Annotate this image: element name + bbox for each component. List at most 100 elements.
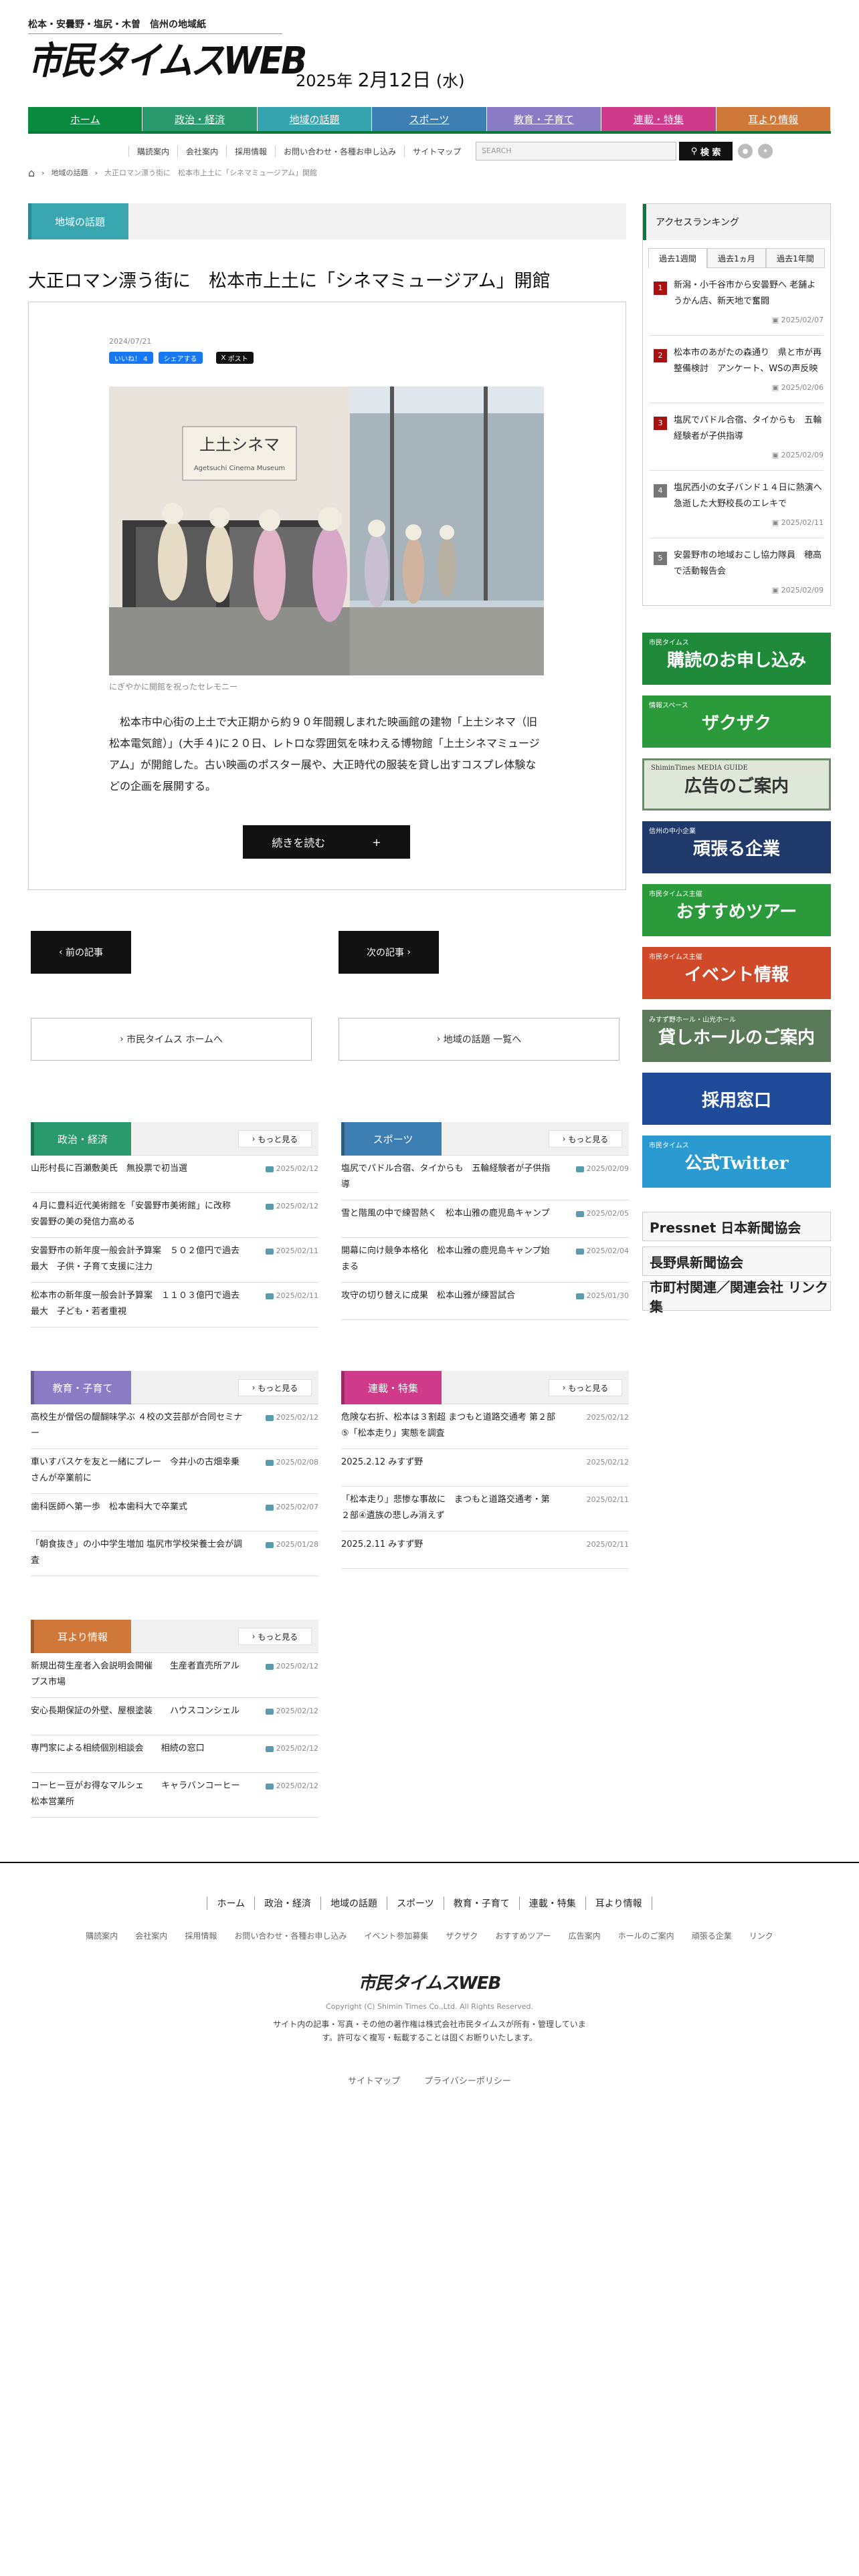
breadcrumb-category[interactable]: 地域の話題 xyxy=(52,167,88,178)
nav-item[interactable]: 地域の話題 xyxy=(257,107,373,131)
footer-bottom-link[interactable]: プライバシーポリシー xyxy=(412,2074,523,2086)
footer-sub-link[interactable]: 採用情報 xyxy=(176,1930,225,1941)
nav-item[interactable]: スポーツ xyxy=(372,107,487,131)
list-item[interactable]: 2025.2.12 みすず野 2025/02/12 xyxy=(341,1449,629,1487)
sidebar-banner[interactable]: 情報スペース ザクザク xyxy=(642,695,831,748)
search-button[interactable]: ⚲ 検 索 xyxy=(679,142,733,160)
ranking-item[interactable]: 4 塩尻西小の女子バンド１４日に熱演へ 急逝した大野校長のエレキで ▣ 2025/0… xyxy=(650,471,831,538)
list-item[interactable]: 山形村長に百瀬敷美氏 無投票で初当選 2025/02/12 xyxy=(31,1156,318,1193)
ranking-item-title[interactable]: 松本市のあがたの森通り 県と市が再整備検討 アンケート、WSの声反映 xyxy=(674,345,824,377)
list-item-title[interactable]: 開幕に向け競争本格化 松本山雅の鹿児島キャンプ始まる xyxy=(341,1243,555,1275)
nav-item[interactable]: 政治・経済 xyxy=(142,107,258,131)
footer-sub-link[interactable]: 頑張る企業 xyxy=(683,1930,741,1941)
nav-item[interactable]: 耳より情報 xyxy=(716,107,831,131)
list-item-title[interactable]: 高校生が僧侶の醍醐味学ぶ ４校の文芸部が合同セミナー xyxy=(31,1410,245,1442)
footer-nav-link[interactable]: 連載・特集 xyxy=(518,1897,585,1910)
facebook-like-button[interactable]: いいね！ 4 xyxy=(109,352,153,364)
nav-item[interactable]: 連載・特集 xyxy=(601,107,717,131)
footer-logo[interactable]: 市民タイムスWEB xyxy=(0,1969,859,1994)
x-post-button[interactable]: X ポスト xyxy=(215,352,254,364)
list-item-title[interactable]: 攻守の切り替えに成果 松本山雅が練習試合 xyxy=(341,1288,555,1304)
list-item-title[interactable]: 「朝食抜き」の小中学生増加 塩尻市学校栄養士会が調査 xyxy=(31,1537,245,1569)
footer-sub-link[interactable]: お問い合わせ・各種お申し込み xyxy=(225,1930,355,1941)
list-item[interactable]: 2025.2.11 みすず野 2025/02/11 xyxy=(341,1531,629,1569)
more-button[interactable]: › もっと見る xyxy=(238,1628,312,1645)
sidebar-banner[interactable]: 市民タイムス主催 イベント情報 xyxy=(642,947,831,999)
link-banner[interactable]: 市町村関連／関連会社 リンク集 xyxy=(642,1279,831,1315)
block-label[interactable]: 教育・子育て xyxy=(31,1371,131,1404)
footer-nav-link[interactable]: 教育・子育て xyxy=(443,1897,519,1910)
ranking-tab[interactable]: 過去1年間 xyxy=(766,248,825,268)
twitter-icon[interactable]: ✦ xyxy=(758,144,773,158)
list-item[interactable]: コーヒー豆がお得なマルシェ キャラバンコーヒー松本営業所 2025/02/12 xyxy=(31,1773,318,1818)
sidebar-banner[interactable]: 採用窓口 xyxy=(642,1073,831,1125)
footer-bottom-link[interactable]: サイトマップ xyxy=(336,2074,412,2086)
site-logo[interactable]: 市民タイムスWEB xyxy=(28,40,307,83)
category-list-button[interactable]: › 地域の話題 一覧へ xyxy=(339,1018,619,1061)
ranking-tab[interactable]: 過去1ヵ月 xyxy=(707,248,766,268)
footer-sub-link[interactable]: ザクザク xyxy=(437,1930,486,1941)
block-label[interactable]: スポーツ xyxy=(341,1122,442,1156)
list-item-title[interactable]: 危険な右折、松本は３割超 まつもと道路交通考 第２部⑤「松本走り」実態を調査 xyxy=(341,1410,555,1442)
list-item[interactable]: 安心長期保証の外壁、屋根塗装 ハウスコンシェル 2025/02/12 xyxy=(31,1698,318,1735)
list-item[interactable]: 車いすバスケを友と一緒にプレー 今井小の古畑幸乗さんが卒業前に 2025/02/0… xyxy=(31,1449,318,1494)
block-label[interactable]: 耳より情報 xyxy=(31,1620,131,1653)
list-item[interactable]: 危険な右折、松本は３割超 まつもと道路交通考 第２部⑤「松本走り」実態を調査 20… xyxy=(341,1404,629,1449)
subnav-link[interactable]: サイトマップ xyxy=(404,145,469,157)
list-item-title[interactable]: 車いすバスケを友と一緒にプレー 今井小の古畑幸乗さんが卒業前に xyxy=(31,1455,245,1487)
list-item-title[interactable]: ４月に豊科近代美術館を「安曇野市美術館」に改称 安曇野の美の発信力高める xyxy=(31,1198,245,1230)
ranking-item[interactable]: 1 新潟・小千谷市から安曇野へ 老舗ようかん店、新天地で奮闘 ▣ 2025/02/0… xyxy=(650,268,824,336)
facebook-share-button[interactable]: シェアする xyxy=(158,352,203,364)
footer-sub-link[interactable]: イベント参加募集 xyxy=(355,1930,437,1941)
ranking-item-title[interactable]: 塩尻でパドル合宿、タイからも 五輪経験者が子供指導 xyxy=(674,413,824,445)
list-item-title[interactable]: 安曇野市の新年度一般会計予算案 ５０２億円で過去最大 子供・子育て支援に注力 xyxy=(31,1243,245,1275)
footer-sub-link[interactable]: リンク xyxy=(741,1930,782,1941)
list-item-title[interactable]: 新規出荷生産者入会説明会開催 生産者直売所アルプス市場 xyxy=(31,1658,245,1691)
list-item[interactable]: 攻守の切り替えに成果 松本山雅が練習試合 2025/01/30 xyxy=(341,1283,629,1320)
link-banner[interactable]: 長野県新聞協会 xyxy=(642,1247,831,1276)
footer-sub-link[interactable]: 購読案内 xyxy=(77,1930,126,1941)
block-label[interactable]: 連載・特集 xyxy=(341,1371,442,1404)
list-item[interactable]: 新規出荷生産者入会説明会開催 生産者直売所アルプス市場 2025/02/12 xyxy=(31,1653,318,1698)
list-item[interactable]: 歯科医師へ第一歩 松本歯科大で卒業式 2025/02/07 xyxy=(31,1494,318,1531)
footer-sub-link[interactable]: 広告案内 xyxy=(560,1930,609,1941)
list-item-title[interactable]: 松本市の新年度一般会計予算案 １１０３億円で過去最大 子ども・若者重視 xyxy=(31,1288,245,1320)
list-item-title[interactable]: 山形村長に百瀬敷美氏 無投票で初当選 xyxy=(31,1161,245,1177)
footer-nav-link[interactable]: 地域の話題 xyxy=(320,1897,387,1910)
list-item-title[interactable]: 塩尻でパドル合宿、タイからも 五輪経験者が子供指導 xyxy=(341,1161,555,1193)
more-button[interactable]: › もっと見る xyxy=(549,1130,622,1148)
list-item-title[interactable]: 2025.2.11 みすず野 xyxy=(341,1537,555,1553)
sidebar-banner[interactable]: 市民タイムス 購読のお申し込み xyxy=(642,633,831,685)
ranking-item-title[interactable]: 安曇野市の地域おこし協力隊員 穂高で活動報告会 xyxy=(674,548,824,580)
list-item-title[interactable]: 「松本走り」悲惨な事故に まつもと道路交通考・第２部④遺族の悲しみ消えず xyxy=(341,1492,555,1524)
list-item[interactable]: ４月に豊科近代美術館を「安曇野市美術館」に改称 安曇野の美の発信力高める 2025… xyxy=(31,1193,318,1238)
more-button[interactable]: › もっと見る xyxy=(238,1379,312,1396)
ranking-item-title[interactable]: 新潟・小千谷市から安曇野へ 老舗ようかん店、新天地で奮闘 xyxy=(674,278,824,310)
subnav-link[interactable]: 会社案内 xyxy=(177,145,226,157)
read-more-button[interactable]: 続きを読む + xyxy=(243,825,410,859)
next-article-button[interactable]: 次の記事 › xyxy=(339,931,439,974)
footer-sub-link[interactable]: ホールのご案内 xyxy=(609,1930,683,1941)
search-input[interactable]: SEARCH xyxy=(476,142,677,160)
list-item[interactable]: 雪と階風の中で練習熱く 松本山雅の鹿児島キャンプ 2025/02/05 xyxy=(341,1200,629,1238)
more-button[interactable]: › もっと見る xyxy=(238,1130,312,1148)
footer-nav-link[interactable]: スポーツ xyxy=(387,1897,444,1910)
ranking-item[interactable]: 3 塩尻でパドル合宿、タイからも 五輪経験者が子供指導 ▣ 2025/02/09 xyxy=(650,403,824,471)
ranking-item[interactable]: 5 安曇野市の地域おこし協力隊員 穂高で活動報告会 ▣ 2025/02/09 xyxy=(650,538,824,605)
footer-nav-link[interactable]: 政治・経済 xyxy=(254,1897,320,1910)
ranking-item-title[interactable]: 塩尻西小の女子バンド１４日に熱演へ 急逝した大野校長のエレキで xyxy=(674,480,831,512)
sidebar-banner[interactable]: 市民タイムス主催 おすすめツアー xyxy=(642,884,831,936)
nav-item[interactable]: ホーム xyxy=(28,107,143,131)
list-item-title[interactable]: 専門家による相続個別相談会 相続の窓口 xyxy=(31,1741,245,1757)
sidebar-banner[interactable]: 市民タイムス 公式Twitter xyxy=(642,1136,831,1188)
home-icon[interactable]: ⌂ xyxy=(28,167,35,179)
list-item[interactable]: 「朝食抜き」の小中学生増加 塩尻市学校栄養士会が調査 2025/01/28 xyxy=(31,1531,318,1576)
list-item-title[interactable]: 安心長期保証の外壁、屋根塗装 ハウスコンシェル xyxy=(31,1703,245,1719)
footer-sub-link[interactable]: 会社案内 xyxy=(126,1930,176,1941)
sidebar-banner[interactable]: 信州の中小企業 頑張る企業 xyxy=(642,821,831,873)
sidebar-banner[interactable]: みすず野ホール・山光ホール 貸しホールのご案内 xyxy=(642,1010,831,1062)
list-item[interactable]: 安曇野市の新年度一般会計予算案 ５０２億円で過去最大 子供・子育て支援に注力 20… xyxy=(31,1238,318,1283)
home-link-button[interactable]: › 市民タイムス ホームへ xyxy=(31,1018,312,1061)
list-item[interactable]: 専門家による相続個別相談会 相続の窓口 2025/02/12 xyxy=(31,1735,318,1773)
list-item-title[interactable]: 雪と階風の中で練習熱く 松本山雅の鹿児島キャンプ xyxy=(341,1206,555,1222)
